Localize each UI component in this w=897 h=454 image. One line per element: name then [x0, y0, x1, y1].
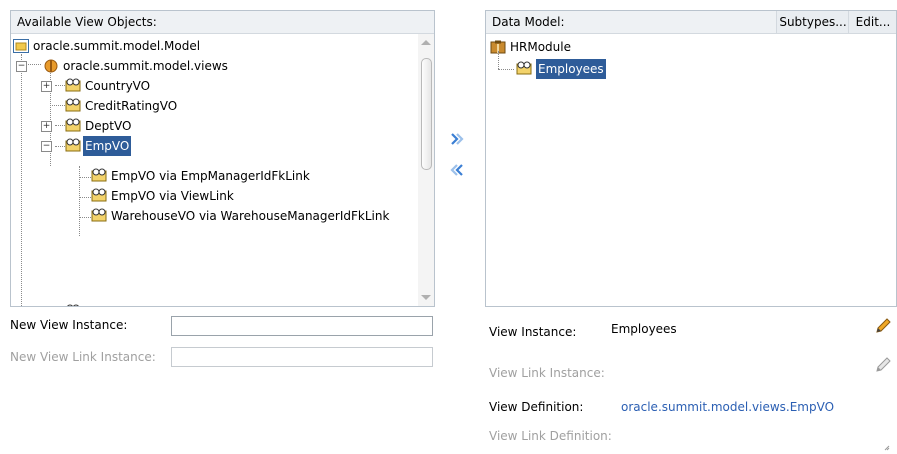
view-link-icon — [91, 208, 107, 222]
tree-item-label: DeptVO — [85, 119, 132, 133]
tree-root-label: oracle.summit.model.Model — [33, 39, 201, 53]
view-link-icon — [91, 168, 107, 182]
edit-button[interactable]: Edit... — [848, 11, 896, 33]
view-instance-icon — [516, 61, 532, 75]
pencil-icon[interactable] — [874, 317, 892, 335]
project-folder-icon — [13, 39, 29, 53]
scroll-up-icon[interactable] — [421, 40, 431, 45]
view-link-definition-label: View Link Definition: — [489, 429, 612, 443]
new-view-link-instance-label: New View Link Instance: — [10, 350, 156, 364]
available-view-objects-panel: Available View Objects: oracle.summit.mo… — [10, 10, 435, 307]
tree-child-label: EmpVO via ViewLink — [111, 189, 234, 203]
view-object-icon — [65, 118, 81, 132]
view-link-instance-label: View Link Instance: — [489, 366, 605, 380]
new-view-link-instance-input[interactable] — [171, 347, 433, 367]
available-view-objects-header: Available View Objects: — [11, 11, 434, 34]
tree-child-label: WarehouseVO via WarehouseManagerIdFkLink — [111, 209, 390, 223]
instance-label-selected: Employees — [535, 58, 607, 80]
new-view-instance-input[interactable] — [171, 316, 433, 336]
tree-item-label-selected: EmpVO — [83, 136, 132, 156]
view-definition-label: View Definition: — [489, 400, 584, 414]
chevron-left-double-icon[interactable] — [449, 162, 465, 178]
available-view-objects-title: Available View Objects: — [17, 15, 157, 29]
view-object-icon — [67, 304, 79, 306]
resize-grip-icon[interactable] — [884, 440, 890, 451]
chevron-right-double-icon[interactable] — [449, 131, 465, 147]
data-model-title: Data Model: — [492, 15, 565, 29]
subtypes-button[interactable]: Subtypes... — [776, 11, 849, 33]
view-instance-value: Employees — [611, 322, 677, 336]
new-view-instance-label: New View Instance: — [10, 318, 128, 332]
tree-scrollbar[interactable] — [418, 34, 434, 306]
view-definition-value[interactable]: oracle.summit.model.views.EmpVO — [621, 400, 834, 414]
pencil-disabled-icon[interactable] — [874, 356, 892, 374]
scroll-down-icon[interactable] — [421, 295, 431, 300]
module-label: HRModule — [510, 40, 571, 54]
expand-toggle[interactable]: + — [41, 81, 52, 92]
tree-child-label: EmpVO via EmpManagerIdFkLink — [111, 169, 310, 183]
collapse-toggle[interactable]: − — [41, 141, 52, 152]
tree-item-label: CreditRatingVO — [85, 99, 178, 113]
view-object-icon — [65, 78, 81, 92]
view-object-icon — [65, 138, 81, 152]
package-label: oracle.summit.model.views — [63, 59, 228, 73]
scroll-thumb[interactable] — [421, 58, 432, 170]
tree-item-label: CountryVO — [85, 79, 151, 93]
data-model-header: Data Model: Subtypes... Edit... — [486, 11, 896, 34]
view-objects-tree: oracle.summit.model.Model − oracle.summi… — [11, 34, 418, 306]
collapse-toggle[interactable]: − — [16, 61, 27, 72]
package-icon — [44, 59, 58, 73]
view-object-icon — [65, 98, 81, 112]
view-instance-label: View Instance: — [489, 325, 577, 339]
expand-toggle[interactable]: + — [41, 121, 52, 132]
view-link-icon — [91, 188, 107, 202]
data-model-panel: Data Model: Subtypes... Edit... HRModule… — [485, 10, 897, 307]
